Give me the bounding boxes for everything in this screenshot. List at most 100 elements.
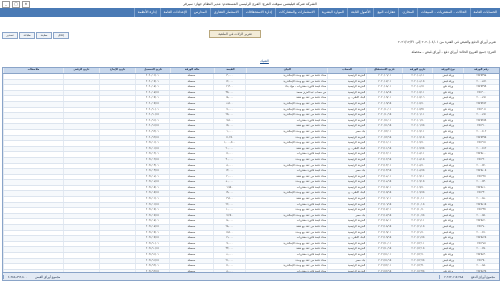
table-cell: ٢٥١٣٢٥: [462, 174, 499, 180]
table-cell: ٢٠٠٠٤٥٦: [462, 79, 499, 85]
table-cell: ٢٠٢٠/٠٦/٠١: [134, 74, 169, 79]
column-header[interactable]: تاريخ الورقة: [401, 68, 432, 73]
table-cell: ٢٠٢٠/٠٩/٠٥: [402, 180, 432, 185]
table-cell: ٢٠٢١/٠٦/٠١: [366, 197, 402, 202]
table-cell: ٢٠٢١/٠٢/١٥: [134, 157, 169, 163]
column-header[interactable]: الحساب: [327, 68, 365, 73]
table-cell: الخزينة الرئيسية: [327, 118, 366, 124]
table-cell: [98, 85, 135, 90]
table-cell: ورقة قبض: [432, 101, 463, 107]
maximize-button[interactable]: □: [12, 1, 20, 8]
table-cell: سداد دفعة من عقد بيع وحدة الإسكندرية: [245, 191, 327, 197]
close-button[interactable]: ✕: [22, 1, 30, 8]
menu-item-3[interactable]: عقارات البيع: [373, 8, 398, 17]
table-cell: ٢٠٢١/١١/٠١: [366, 253, 402, 258]
table-cell: ٢٠٢١/٠٤/٠١: [134, 174, 169, 180]
menu-item-9[interactable]: المدارس: [189, 8, 210, 17]
toolbar-button-3[interactable]: إغلاق: [53, 32, 69, 39]
table-cell: [3, 197, 63, 202]
table-cell: ٢٠٢١/٠٣/٠١: [134, 163, 169, 169]
table-cell: ٢٠٠٠٥١٢: [462, 146, 499, 152]
table-cell: ورقة قبض: [432, 96, 463, 101]
table-cell: [3, 90, 63, 96]
table-cell: ٣,٠٠٠: [212, 74, 245, 79]
table-cell: [98, 129, 135, 135]
table-cell: ٣٠,٠٠٠: [212, 157, 245, 163]
column-header[interactable]: البيان: [246, 68, 327, 73]
column-header[interactable]: ملاحظات: [3, 68, 63, 73]
table-cell: ورقة قبض: [432, 124, 463, 129]
table-cell: [62, 258, 99, 264]
table-cell: ٢٥١٣٢٠: [462, 157, 499, 163]
table-cell: ٢٠٢١/٠٦/١٥: [366, 202, 402, 208]
table-cell: [98, 79, 135, 85]
menu-item-11[interactable]: إدارة الأنظمة: [133, 8, 160, 17]
table-cell: [3, 264, 63, 269]
table-cell: ٢٠٢٠/١١/١٠: [402, 230, 432, 236]
table-cell: [3, 163, 63, 169]
menu-item-0[interactable]: الحسابات العامة: [469, 8, 500, 17]
table-cell: [62, 129, 99, 135]
menu-item-2[interactable]: المخازن: [398, 8, 417, 17]
minimize-button[interactable]: _: [2, 1, 10, 8]
column-header[interactable]: حالة الورقة: [169, 68, 214, 73]
table-cell: الخزينة الرئيسية: [327, 152, 366, 157]
menu-item-1[interactable]: الحالات - المشتريات - المبيعات: [417, 8, 469, 17]
table-cell: [98, 185, 135, 191]
toolbar-button-0[interactable]: تصدير: [2, 32, 18, 39]
table-cell: الخزينة الرئيسية: [327, 241, 366, 247]
table-cell: ٢٠٢٠/٠٥/١٠: [402, 101, 432, 107]
column-header[interactable]: تاريخ الإيداع: [99, 68, 135, 73]
menu-item-5[interactable]: الموارد البشرية: [317, 8, 347, 17]
column-header[interactable]: رقم الورقة: [462, 68, 499, 73]
table-cell: سداد دفعة من عقد بيع وحدة الإسكندرية: [245, 107, 327, 113]
column-header[interactable]: تاريخ التحصيل: [135, 68, 169, 73]
cheque-link[interactable]: الشيك: [260, 59, 269, 63]
column-header[interactable]: نوع الورقة: [432, 68, 462, 73]
table-cell: ورقة قبض: [432, 180, 463, 185]
column-header[interactable]: القيمة: [213, 68, 246, 73]
table-cell: [62, 90, 99, 96]
table-cell: ٢٠٢١/١١/٠١: [134, 253, 169, 258]
menu-item-8[interactable]: الاستثمار العقاري: [209, 8, 242, 17]
table-cell: ٧,٢٥٠: [212, 213, 245, 219]
table-cell: ٢٠٢١/٠٩/١٥: [366, 236, 402, 241]
table-cell: سداد دفعة من عقد بيع وحدة الإسكندرية: [245, 213, 327, 219]
table-cell: ٧,٠٠٠: [212, 107, 245, 113]
table-cell: ٢٠٢٠/١١/٠١: [134, 118, 169, 124]
table-cell: ٢٠٢٠/٠٨/٠١: [402, 152, 432, 157]
table-cell: [98, 152, 135, 157]
table-cell: [62, 241, 99, 247]
table-cell: ورقة دفع: [432, 185, 463, 191]
table-cell: ٢٠٢١/١٠/١٥: [134, 247, 169, 252]
table-cell: [62, 264, 99, 269]
menu-item-4[interactable]: الأصول الثابتة: [346, 8, 373, 17]
table-cell: ٢٠٢٠/٠٨/١٥: [402, 169, 432, 174]
table-cell: [62, 185, 99, 191]
table-cell: محصلة: [168, 157, 213, 163]
table-cell: ٢٠٢٠/٠٦/٠١: [402, 113, 432, 118]
table-cell: محصلة: [168, 225, 213, 230]
table-cell: ٢٥٢٥٤٢٥: [462, 236, 499, 241]
table-cell: ٢٠٢٠/٠٦/٠١: [366, 74, 402, 79]
report-toolbar: تصدير طباعة معاينة إغلاق: [2, 32, 69, 39]
table-cell: ٢٠٢١/٠١/٠١: [134, 141, 169, 146]
table-cell: محصلة: [168, 118, 213, 124]
table-cell: ٢٠٠٠٤٩١: [462, 113, 499, 118]
table-cell: [62, 113, 99, 118]
column-header[interactable]: تاريخ الرفض: [62, 68, 99, 73]
menu-item-7[interactable]: إدارة الاستحقاقات: [241, 8, 275, 17]
table-cell: محصلة: [168, 96, 213, 101]
column-header[interactable]: تاريخ الاستحقاق: [365, 68, 402, 73]
table-cell: [62, 208, 99, 213]
menu-item-10[interactable]: الإعدادات العامة: [159, 8, 190, 17]
menu-item-6[interactable]: الاستثمارات والمشاركات: [274, 8, 318, 17]
report-period-info: تقرير أوراق الدفع والقبض في الفترة من ٢٠…: [397, 40, 496, 44]
table-cell: محصلة: [168, 208, 213, 213]
table-cell: [62, 191, 99, 197]
toolbar-button-1[interactable]: طباعة: [19, 32, 35, 39]
table-cell: [3, 85, 63, 90]
table-cell: سداد قيمة فاتورة مشتريات: [245, 152, 327, 157]
toolbar-button-2[interactable]: معاينة: [36, 32, 52, 39]
table-cell: محصلة: [168, 253, 213, 258]
